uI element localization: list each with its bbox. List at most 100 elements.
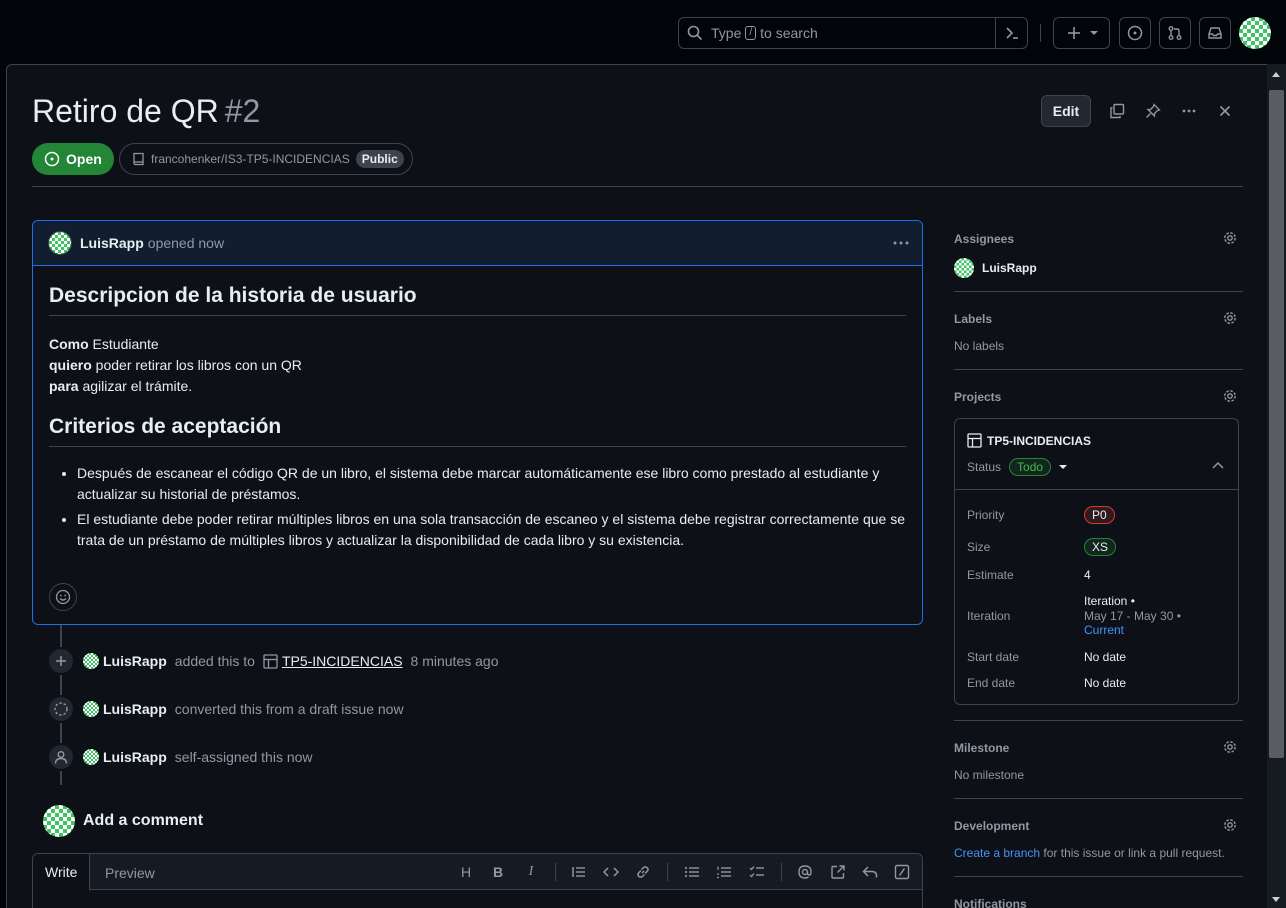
scroll-down-arrow[interactable] [1272,897,1280,902]
event-text: self-assigned this now [174,749,313,765]
development-value: Create a branch for this issue or link a… [954,846,1225,860]
labels-heading: Labels [954,312,993,326]
project-name[interactable]: TP5-INCIDENCIAS [967,433,1091,448]
sidebar-divider [954,720,1243,721]
bold-button[interactable]: B [489,863,507,881]
header-divider [1040,24,1041,42]
create-new-button[interactable] [1053,17,1110,49]
event-time: 8 minutes ago [410,653,499,669]
person-icon [47,743,75,771]
timeline-event: LuisRapp self-assigned this now [47,742,313,772]
draft-issue-icon [47,695,75,723]
comment-options-icon[interactable] [892,235,910,251]
iteration-name: Iteration • [1084,594,1135,608]
close-icon [1217,103,1233,119]
command-palette-icon[interactable] [995,18,1027,48]
pin-button[interactable] [1137,95,1169,127]
sidebar-divider [954,876,1243,877]
link-icon[interactable] [634,863,652,881]
tab-write[interactable]: Write [33,854,91,891]
table-icon [263,653,278,669]
comment-author[interactable]: LuisRapp [80,235,144,251]
avatar [954,258,974,278]
milestone-value: No milestone [954,768,1025,782]
task-list-icon[interactable] [748,863,766,881]
gear-icon[interactable] [1222,817,1238,833]
gear-icon[interactable] [1222,739,1238,755]
close-button[interactable] [1209,95,1241,127]
gear-icon[interactable] [1222,310,1238,326]
project-card-header: TP5-INCIDENCIAS Status Todo [955,419,1238,490]
heading-button[interactable]: H [457,863,475,881]
plus-icon [1066,25,1082,41]
issue-opened-icon [44,151,60,167]
field-label: Priority [967,508,1005,522]
repo-icon [132,152,145,166]
assignees-heading: Assignees [954,232,1015,246]
field-iteration[interactable]: Iteration Iteration • May 17 - May 30 • … [967,594,1227,638]
create-branch-link[interactable]: Create a branch [954,846,1040,860]
pull-request-icon [1167,25,1183,41]
gear-icon[interactable] [1222,388,1238,404]
user-avatar[interactable] [1239,17,1271,49]
unordered-list-icon[interactable] [683,863,701,881]
kebab-horizontal-icon [1181,103,1197,119]
mention-icon[interactable] [796,863,814,881]
repo-name: francohenker/IS3-TP5-INCIDENCIAS [151,152,350,166]
issue-title-text: Retiro de QR [32,93,219,129]
toolbar-divider [667,863,668,881]
italic-button[interactable]: I [522,863,540,881]
story-keyword: para [49,378,79,394]
avatar[interactable] [48,231,72,255]
field-label: Estimate [967,568,1014,582]
field-label: Start date [967,650,1020,664]
event-user[interactable]: LuisRapp [103,749,167,765]
avatar[interactable] [83,701,99,717]
gear-icon[interactable] [1222,230,1238,246]
visibility-badge: Public [355,150,404,168]
repo-link[interactable]: francohenker/IS3-TP5-INCIDENCIAS Public [119,143,413,175]
quote-icon[interactable] [570,863,588,881]
assignee-item[interactable]: LuisRapp [954,258,1037,278]
scroll-up-arrow[interactable] [1272,72,1280,77]
event-project-link[interactable]: TP5-INCIDENCIAS [282,653,403,669]
iteration-current: Current [1084,623,1125,637]
avatar[interactable] [83,749,99,765]
issue-state-label: Open [66,151,102,167]
comment-editor: Write Preview H B I [32,853,923,908]
event-user[interactable]: LuisRapp [103,701,167,717]
field-label: Iteration [967,609,1011,623]
avatar[interactable] [83,653,99,669]
project-status[interactable]: Status Todo [967,458,1068,476]
more-options-button[interactable] [1173,95,1205,127]
plus-icon [47,647,75,675]
search-input[interactable]: Type / to search [678,17,1028,49]
chevron-up-icon[interactable] [1212,461,1224,469]
comment-body: Descripcion de la historia de usuario Co… [33,266,922,551]
reply-icon[interactable] [861,863,879,881]
cross-reference-icon[interactable] [829,863,847,881]
slash-commands-icon[interactable] [893,863,911,881]
scrollbar-thumb[interactable] [1269,90,1284,758]
event-user[interactable]: LuisRapp [103,653,167,669]
pull-requests-button[interactable] [1159,17,1191,49]
table-icon [967,433,982,448]
edit-button[interactable]: Edit [1041,95,1091,127]
inbox-button[interactable] [1199,17,1231,49]
story-line: Como Estudiante [49,334,906,355]
add-reaction-button[interactable] [49,583,77,611]
field-value: 4 [1084,568,1091,582]
priority-badge: P0 [1084,506,1115,524]
issue-number: #2 [224,93,261,129]
issues-button[interactable] [1119,17,1151,49]
copy-link-button[interactable] [1101,95,1133,127]
tab-preview[interactable]: Preview [93,854,167,891]
projects-heading: Projects [954,390,1002,404]
comment-header: LuisRapp opened now [33,221,922,266]
code-icon[interactable] [602,863,620,881]
add-comment-header: Add a comment [43,805,203,837]
ordered-list-icon[interactable] [715,863,733,881]
search-placeholder: Type / to search [711,25,818,41]
story-text: agilizar el trámite. [78,378,193,394]
scrollbar[interactable] [1267,64,1286,908]
